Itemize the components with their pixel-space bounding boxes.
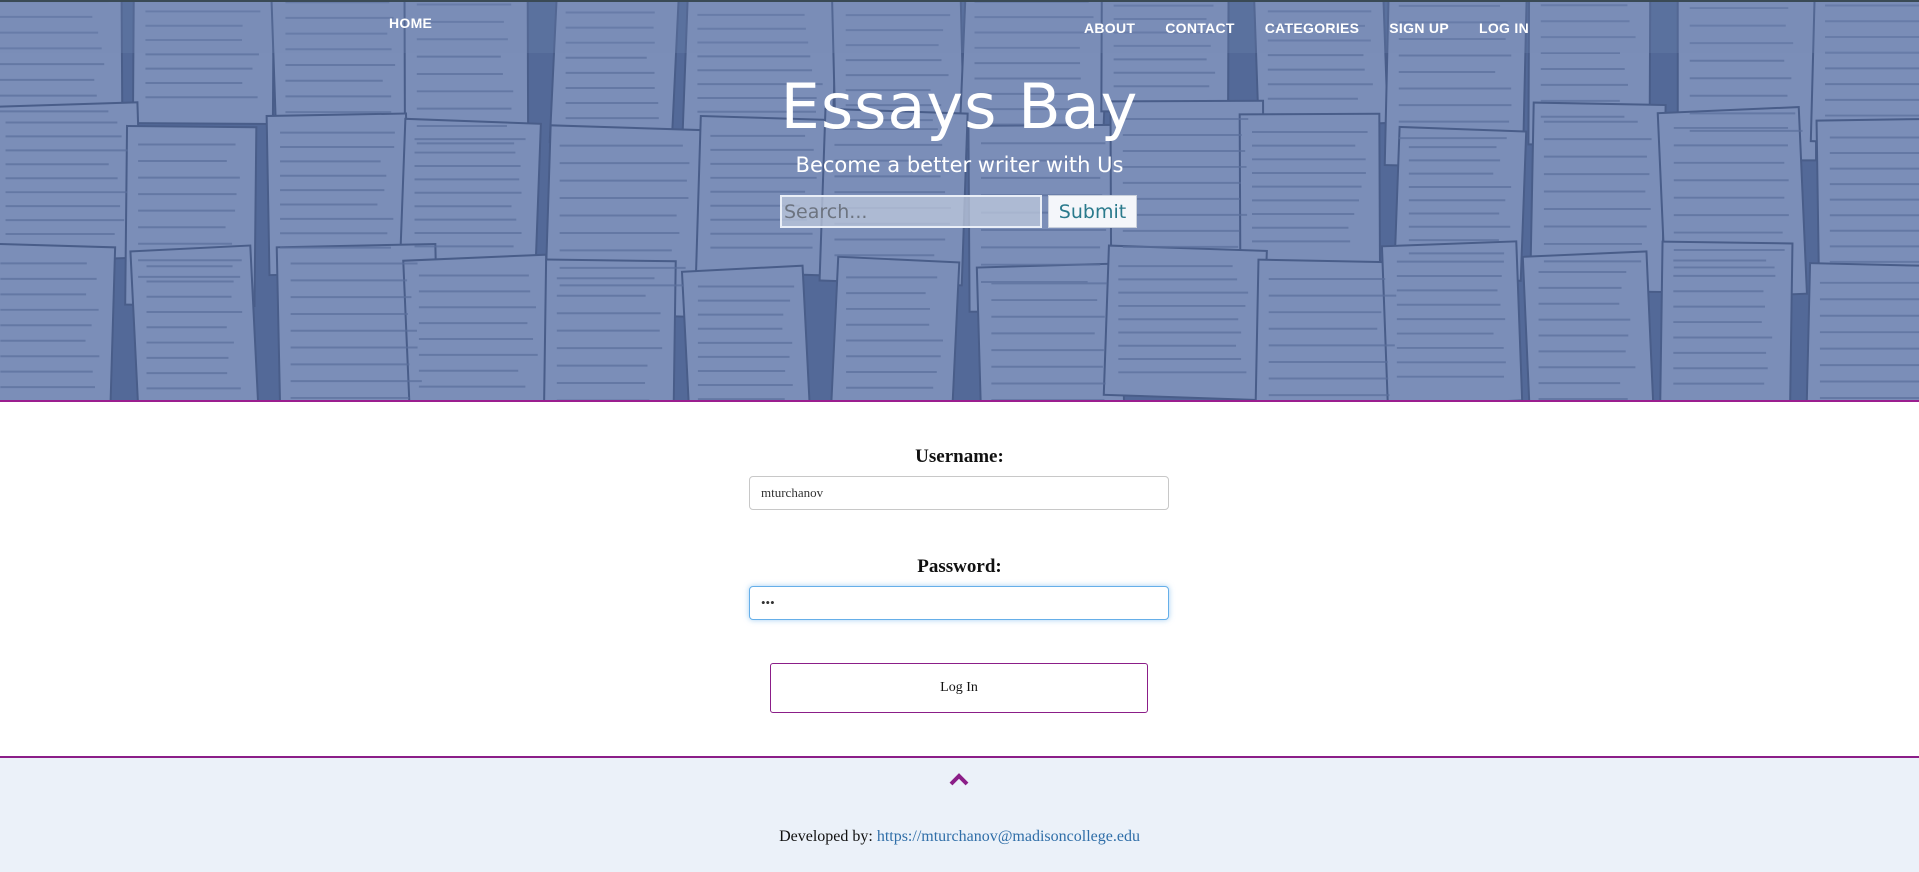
password-field[interactable] [749, 586, 1169, 620]
developer-credits: Developed by: https://mturchanov@madison… [0, 828, 1919, 846]
top-navbar: HOME ABOUT CONTACT CATEGORIES SIGN UP LO… [0, 0, 1919, 53]
nav-contact-link[interactable]: CONTACT [1165, 20, 1235, 36]
search-submit-button[interactable]: Submit [1048, 195, 1137, 228]
footer: Developed by: https://mturchanov@madison… [0, 756, 1919, 872]
nav-login-link[interactable]: LOG IN [1479, 20, 1529, 36]
site-title: Essays Bay [780, 70, 1139, 143]
nav-signup-link[interactable]: SIGN UP [1389, 20, 1449, 36]
site-subtitle: Become a better writer with Us [795, 153, 1124, 177]
search-input[interactable] [780, 195, 1042, 228]
nav-categories-link[interactable]: CATEGORIES [1265, 20, 1360, 36]
search-form: Submit [780, 195, 1137, 228]
login-form: Username: Password: Log In [0, 404, 1919, 756]
developer-link[interactable]: https://mturchanov@madisoncollege.edu [877, 828, 1140, 845]
nav-about-link[interactable]: ABOUT [1084, 20, 1135, 36]
nav-links: ABOUT CONTACT CATEGORIES SIGN UP LOG IN [1084, 20, 1529, 36]
username-field[interactable] [749, 476, 1169, 510]
nav-home-link[interactable]: HOME [389, 15, 432, 31]
username-label: Username: [915, 446, 1004, 467]
login-button[interactable]: Log In [770, 663, 1148, 713]
password-label: Password: [917, 556, 1002, 577]
developed-by-label: Developed by: [779, 828, 873, 845]
chevron-up-icon[interactable] [949, 772, 969, 786]
hero-banner: HOME ABOUT CONTACT CATEGORIES SIGN UP LO… [0, 0, 1919, 402]
